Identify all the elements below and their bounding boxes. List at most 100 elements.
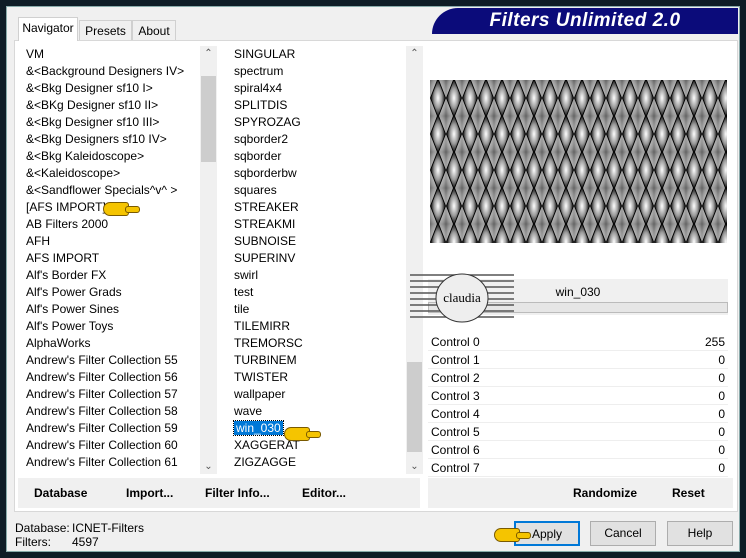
list-item[interactable]: &<Bkg Designers sf10 IV> xyxy=(20,131,200,148)
list-item[interactable]: &<Bkg Kaleidoscope> xyxy=(20,148,200,165)
tab-about[interactable]: About xyxy=(132,20,176,41)
reset-button[interactable]: Reset xyxy=(672,486,705,500)
list-item[interactable]: VM xyxy=(20,46,200,63)
list-item-label: &<Background Designers IV> xyxy=(26,64,185,78)
list-item[interactable]: &<Bkg Designer sf10 I> xyxy=(20,80,200,97)
list-item[interactable]: AlphaWorks xyxy=(20,335,200,352)
control-slider-6[interactable]: Control 6 0 xyxy=(428,442,728,459)
list-item-label: SINGULAR xyxy=(234,47,296,61)
control-label: Control 2 xyxy=(431,371,480,385)
control-slider-1[interactable]: Control 1 0 xyxy=(428,352,728,369)
help-button[interactable]: Help xyxy=(667,521,733,546)
list-item[interactable]: Andrew's Filter Collection 62 xyxy=(20,471,200,474)
list-item[interactable]: Andrew's Filter Collection 59 xyxy=(20,420,200,437)
control-slider-7[interactable]: Control 7 0 xyxy=(428,460,728,477)
list-item[interactable]: SUPERINV xyxy=(228,250,406,267)
control-slider-5[interactable]: Control 5 0 xyxy=(428,424,728,441)
category-scrollbar[interactable]: ⌃ ⌄ xyxy=(200,46,217,474)
list-item-label: Alf's Power Grads xyxy=(26,285,122,299)
list-item[interactable]: TWISTER xyxy=(228,369,406,386)
list-item-label: &<BKg Designer sf10 II> xyxy=(26,98,159,112)
scroll-down-icon[interactable]: ⌄ xyxy=(200,461,217,472)
list-item[interactable]: Alf's Border FX xyxy=(20,267,200,284)
list-item-label: Alf's Power Toys xyxy=(26,319,114,333)
filters-count: 4597 xyxy=(72,535,99,549)
control-slider-4[interactable]: Control 4 0 xyxy=(428,406,728,423)
list-item[interactable]: SINGULAR xyxy=(228,46,406,63)
control-value: 0 xyxy=(718,407,725,421)
list-item[interactable]: TURBINEM xyxy=(228,352,406,369)
list-item[interactable]: STREAKMI xyxy=(228,216,406,233)
control-value: 0 xyxy=(718,443,725,457)
list-item[interactable]: Alf's Power Toys xyxy=(20,318,200,335)
control-slider-2[interactable]: Control 2 0 xyxy=(428,370,728,387)
list-item[interactable]: Alf's Power Sines xyxy=(20,301,200,318)
tab-presets[interactable]: Presets xyxy=(79,20,132,41)
list-item-label: TURBINEM xyxy=(234,353,297,367)
list-item[interactable]: squares xyxy=(228,182,406,199)
control-slider-0[interactable]: Control 0 255 xyxy=(428,334,728,351)
list-item[interactable]: sqborderbw xyxy=(228,165,406,182)
list-item[interactable]: SPYROZAG xyxy=(228,114,406,131)
list-item[interactable]: Andrew's Filter Collection 60 xyxy=(20,437,200,454)
list-item[interactable]: TILEMIRR xyxy=(228,318,406,335)
list-item[interactable]: Andrew's Filter Collection 61 xyxy=(20,454,200,471)
list-item[interactable]: TREMORSC xyxy=(228,335,406,352)
database-label: Database: xyxy=(15,521,70,535)
list-item[interactable]: STREAKER xyxy=(228,199,406,216)
scroll-down-icon[interactable]: ⌄ xyxy=(406,461,423,472)
control-slider-3[interactable]: Control 3 0 xyxy=(428,388,728,405)
import-button[interactable]: Import... xyxy=(126,486,173,500)
list-item[interactable]: Andrew's Filter Collection 56 xyxy=(20,369,200,386)
list-item[interactable]: &<Background Designers IV> xyxy=(20,63,200,80)
control-label: Control 0 xyxy=(431,335,480,349)
list-item[interactable]: spectrum xyxy=(228,63,406,80)
list-item[interactable]: ZIGZAGGE xyxy=(228,454,406,471)
list-item-label: &<Bkg Designers sf10 IV> xyxy=(26,132,167,146)
list-item[interactable]: Andrew's Filter Collection 58 xyxy=(20,403,200,420)
list-item-label: Andrew's Filter Collection 59 xyxy=(26,421,178,435)
list-item[interactable]: tile xyxy=(228,301,406,318)
scroll-thumb[interactable] xyxy=(201,76,216,162)
list-item[interactable]: Andrew's Filter Collection 57 xyxy=(20,386,200,403)
list-item-label: &<Bkg Designer sf10 I> xyxy=(26,81,153,95)
list-item[interactable]: Andrew's Filter Collection 55 xyxy=(20,352,200,369)
control-value: 0 xyxy=(718,371,725,385)
list-item[interactable]: &<Bkg Designer sf10 III> xyxy=(20,114,200,131)
list-item[interactable]: SUBNOISE xyxy=(228,233,406,250)
list-item[interactable]: swirl xyxy=(228,267,406,284)
list-item[interactable]: &<Sandflower Specials^v^ > xyxy=(20,182,200,199)
list-item-label: STREAKMI xyxy=(234,217,296,231)
list-item[interactable]: wallpaper xyxy=(228,386,406,403)
list-item[interactable]: sqborder2 xyxy=(228,131,406,148)
list-item[interactable]: sqborder xyxy=(228,148,406,165)
list-item-label: wave xyxy=(234,404,263,418)
list-item[interactable]: AB Filters 2000 xyxy=(20,216,200,233)
tab-navigator[interactable]: Navigator xyxy=(18,17,78,41)
editor-button[interactable]: Editor... xyxy=(302,486,346,500)
database-button[interactable]: Database xyxy=(34,486,87,500)
scroll-thumb[interactable] xyxy=(407,362,422,452)
list-item[interactable]: AFS IMPORT xyxy=(20,250,200,267)
randomize-button[interactable]: Randomize xyxy=(573,486,637,500)
list-item-label: AFS IMPORT xyxy=(26,251,100,265)
filter-list[interactable]: SINGULAR spectrum spiral4x4 SPLITDIS SPYROZA… xyxy=(228,46,406,474)
list-item[interactable]: spiral4x4 xyxy=(228,80,406,97)
list-item[interactable]: &<Kaleidoscope> xyxy=(20,165,200,182)
list-item[interactable]: Alf's Power Grads xyxy=(20,284,200,301)
list-item[interactable]: AFH xyxy=(20,233,200,250)
list-item[interactable]: test xyxy=(228,284,406,301)
scroll-up-icon[interactable]: ⌃ xyxy=(406,48,423,59)
filter-info-button[interactable]: Filter Info... xyxy=(205,486,270,500)
list-item-label: STREAKER xyxy=(234,200,299,214)
list-item[interactable]: XAGGERAT xyxy=(228,437,406,454)
list-item[interactable]: SPLITDIS xyxy=(228,97,406,114)
list-item[interactable]: &<BKg Designer sf10 II> xyxy=(20,97,200,114)
filter-scrollbar[interactable]: ⌃ ⌄ xyxy=(406,46,423,474)
control-label: Control 4 xyxy=(431,407,480,421)
category-list[interactable]: VM &<Background Designers IV> &<Bkg Design… xyxy=(20,46,200,474)
scroll-up-icon[interactable]: ⌃ xyxy=(200,48,217,59)
cancel-button[interactable]: Cancel xyxy=(590,521,656,546)
list-item[interactable]: wave xyxy=(228,403,406,420)
pointing-hand-icon xyxy=(494,528,531,542)
